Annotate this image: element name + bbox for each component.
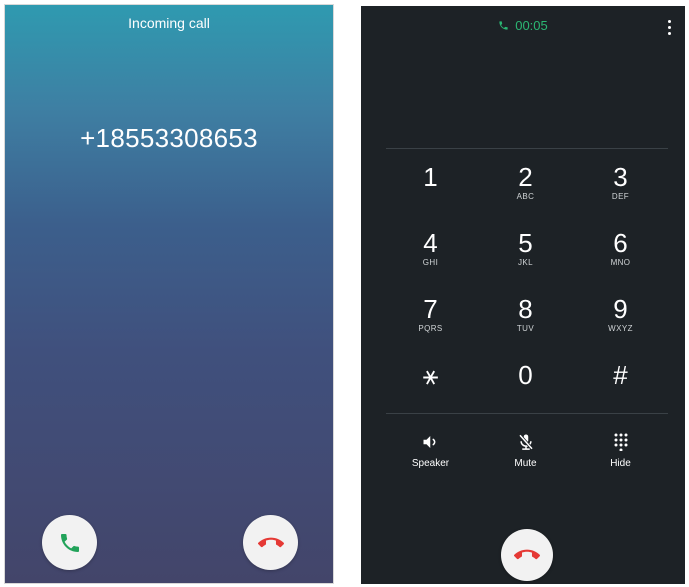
key-0[interactable]: 0: [478, 354, 573, 420]
mic-off-icon: [517, 432, 535, 452]
call-actions: Speaker Mute Hide: [383, 432, 668, 469]
speaker-icon: [422, 432, 440, 452]
mute-label: Mute: [514, 458, 537, 469]
key-8[interactable]: 8 TUV: [478, 288, 573, 354]
phone-decline-icon: [257, 537, 284, 547]
keypad-bottom-divider: [386, 413, 668, 414]
phone-icon: [499, 21, 508, 30]
keypad-top-divider: [386, 148, 668, 149]
in-call-screen: 00:05 1 2 ABC 3 DEF 4 GHI 5 JKL 6 MNO 7 …: [361, 6, 685, 584]
incoming-call-title: Incoming call: [128, 15, 210, 31]
mute-button[interactable]: Mute: [478, 432, 573, 469]
key-1[interactable]: 1: [383, 156, 478, 222]
hide-label: Hide: [610, 458, 631, 469]
dialpad-icon: [613, 432, 629, 452]
phone-decline-icon: [514, 549, 540, 560]
call-timer: 00:05: [361, 18, 685, 33]
key-2[interactable]: 2 ABC: [478, 156, 573, 222]
incoming-call-screen: Incoming call +18553308653: [5, 5, 333, 583]
key-5[interactable]: 5 JKL: [478, 222, 573, 288]
hide-keypad-button[interactable]: Hide: [573, 432, 668, 469]
speaker-label: Speaker: [411, 458, 450, 469]
call-timer-text: 00:05: [515, 18, 548, 33]
phone-answer-icon: [60, 533, 79, 552]
dialpad: 1 2 ABC 3 DEF 4 GHI 5 JKL 6 MNO 7 PQRS 8…: [383, 156, 668, 420]
caller-number: +18553308653: [80, 123, 258, 153]
key-4[interactable]: 4 GHI: [383, 222, 478, 288]
key-3[interactable]: 3 DEF: [573, 156, 668, 222]
more-options-icon[interactable]: [667, 20, 671, 35]
end-call-button[interactable]: [501, 529, 553, 581]
speaker-button[interactable]: Speaker: [383, 432, 478, 469]
key-6[interactable]: 6 MNO: [573, 222, 668, 288]
key-star[interactable]: ⚹: [383, 354, 478, 420]
key-hash[interactable]: #: [573, 354, 668, 420]
key-7[interactable]: 7 PQRS: [383, 288, 478, 354]
answer-call-button[interactable]: [42, 515, 97, 570]
screenshot-composite: Incoming call +18553308653 00:05 1 2 ABC…: [0, 0, 689, 587]
decline-call-button[interactable]: [243, 515, 298, 570]
key-9[interactable]: 9 WXYZ: [573, 288, 668, 354]
